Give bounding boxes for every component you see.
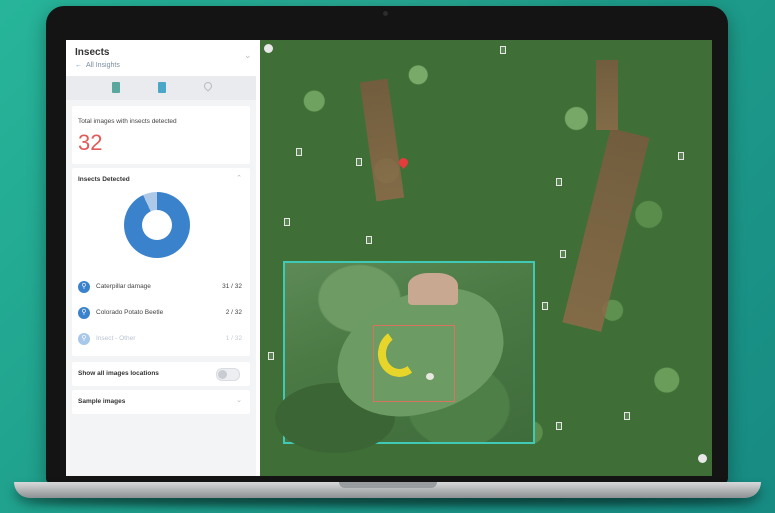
total-images-count: 32 xyxy=(78,130,103,155)
arrow-left-icon: ← xyxy=(75,62,82,69)
laptop-notch xyxy=(339,482,437,488)
locations-toggle-card: Show all images locations xyxy=(72,362,250,386)
webcam xyxy=(383,11,388,16)
image-marker[interactable] xyxy=(556,422,562,430)
document-icon xyxy=(158,82,166,93)
insect-row-beetle[interactable]: ⚲ Colorado Potato Beetle 2 / 32 xyxy=(76,306,246,320)
tab-location[interactable] xyxy=(200,80,216,95)
sidebar-tabs xyxy=(66,76,256,100)
image-marker[interactable] xyxy=(560,250,566,258)
laptop-base xyxy=(14,482,761,498)
map-menu-icon[interactable] xyxy=(264,44,273,53)
insect-count: 31 / 32 xyxy=(222,283,242,290)
insights-sidebar: Insects ← All Insights ⌄ Total images wit… xyxy=(66,40,256,476)
insect-label: Colorado Potato Beetle xyxy=(96,309,164,316)
soil-row xyxy=(596,60,618,130)
back-link-label: All Insights xyxy=(86,62,120,69)
app-screen: Insects ← All Insights ⌄ Total images wit… xyxy=(66,40,712,476)
image-marker[interactable] xyxy=(542,302,548,310)
insects-donut-chart xyxy=(124,192,190,258)
image-marker[interactable] xyxy=(366,236,372,244)
image-marker[interactable] xyxy=(268,352,274,360)
chevron-down-icon[interactable]: ⌄ xyxy=(236,396,242,404)
map-control-icon[interactable] xyxy=(698,454,707,463)
soil-row xyxy=(359,78,405,202)
sample-images-card[interactable]: Sample images ⌄ xyxy=(72,390,250,414)
laptop-lid: Insects ← All Insights ⌄ Total images wit… xyxy=(46,6,728,484)
insects-detected-title: Insects Detected xyxy=(78,176,130,183)
bug-icon: ⚲ xyxy=(78,333,90,345)
image-marker[interactable] xyxy=(296,148,302,156)
back-link[interactable]: ← All Insights xyxy=(75,62,120,69)
sample-images-title: Sample images xyxy=(78,398,126,405)
field-map[interactable] xyxy=(260,40,712,476)
map-pin-icon xyxy=(202,80,214,92)
document-icon xyxy=(112,82,120,93)
bug-icon: ⚲ xyxy=(78,307,90,319)
tab-report[interactable] xyxy=(108,81,124,95)
total-images-label: Total images with insects detected xyxy=(78,118,177,125)
image-marker[interactable] xyxy=(556,178,562,186)
insect-image-preview[interactable] xyxy=(275,261,535,453)
image-marker[interactable] xyxy=(284,218,290,226)
locations-toggle-label: Show all images locations xyxy=(78,370,159,377)
soil-row xyxy=(562,128,650,332)
tab-insights[interactable] xyxy=(154,81,170,95)
image-marker[interactable] xyxy=(678,152,684,160)
insect-label: Insect - Other xyxy=(96,335,136,342)
insect-row-other[interactable]: ⚲ Insect - Other 1 / 32 xyxy=(76,332,246,346)
insect-count: 2 / 32 xyxy=(225,309,242,316)
panel-title: Insects xyxy=(75,47,110,58)
insect-label: Caterpillar damage xyxy=(96,283,151,290)
collapse-icon[interactable]: ⌄ xyxy=(244,50,252,60)
image-marker[interactable] xyxy=(356,158,362,166)
chevron-up-icon[interactable]: ⌃ xyxy=(236,174,242,182)
caterpillar-head xyxy=(426,373,434,380)
insect-row-caterpillar[interactable]: ⚲ Caterpillar damage 31 / 32 xyxy=(76,280,246,294)
image-marker[interactable] xyxy=(624,412,630,420)
locations-toggle[interactable] xyxy=(216,368,240,381)
preview-hand xyxy=(408,273,458,305)
insects-detected-card: Insects Detected ⌃ ⚲ Caterpillar damage … xyxy=(72,168,250,356)
total-images-card: Total images with insects detected 32 xyxy=(72,106,250,164)
sidebar-header: Insects ← All Insights ⌄ xyxy=(66,40,256,76)
image-marker[interactable] xyxy=(500,46,506,54)
insect-count: 1 / 32 xyxy=(225,335,242,342)
bug-icon: ⚲ xyxy=(78,281,90,293)
